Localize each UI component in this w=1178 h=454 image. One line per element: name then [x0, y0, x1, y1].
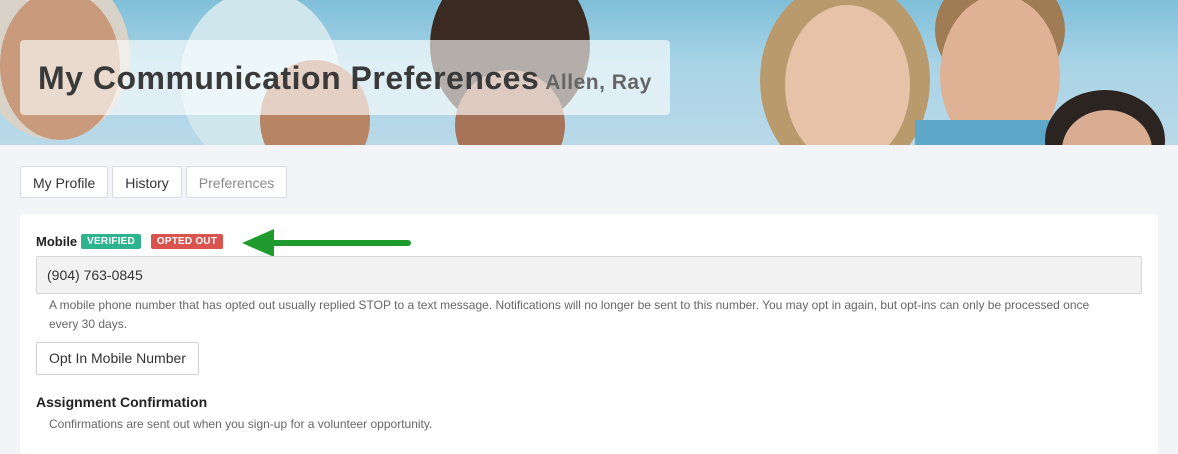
- page-subtitle-user-name: Allen, Ray: [545, 71, 652, 94]
- page-title-box: My Communication Preferences Allen, Ray: [20, 40, 670, 115]
- page-title: My Communication Preferences Allen, Ray: [38, 60, 652, 97]
- opt-in-mobile-button[interactable]: Opt In Mobile Number: [36, 342, 199, 375]
- page-title-text: My Communication Preferences: [38, 60, 540, 96]
- assignment-confirmation-title: Assignment Confirmation: [36, 394, 208, 410]
- annotation-arrow-icon: [242, 229, 411, 257]
- mobile-number-field[interactable]: (904) 763-0845: [36, 256, 1142, 294]
- tab-my-profile[interactable]: My Profile: [20, 166, 109, 198]
- mobile-label-row: Mobile VERIFIED OPTED OUT: [36, 234, 224, 249]
- mobile-label: Mobile: [36, 234, 78, 249]
- tab-preferences[interactable]: Preferences: [185, 166, 288, 198]
- header-banner: My Communication Preferences Allen, Ray: [0, 0, 1178, 145]
- verified-badge: VERIFIED: [81, 234, 141, 249]
- assignment-confirmation-help-text: Confirmations are sent out when you sign…: [49, 417, 433, 431]
- opted-out-badge: OPTED OUT: [150, 234, 224, 249]
- tab-history[interactable]: History: [112, 166, 182, 198]
- mobile-help-text: A mobile phone number that has opted out…: [49, 298, 1090, 331]
- preferences-card: Mobile VERIFIED OPTED OUT (904) 763-0845…: [20, 214, 1158, 454]
- profile-tabs: My Profile History Preferences: [20, 166, 291, 198]
